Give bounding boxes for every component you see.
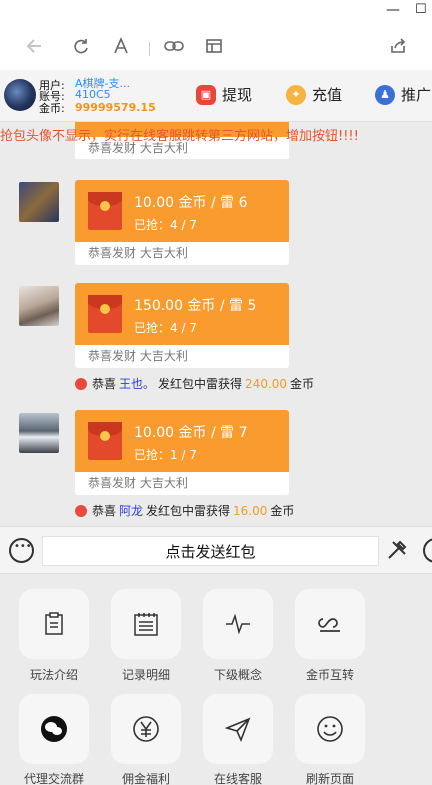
tile-label: 记录明细: [121, 668, 170, 682]
red-packet-card[interactable]: 10.00 金币 / 雷 7 已抢：1 / 7 恭喜发财 大吉大利: [75, 410, 289, 495]
coins-label: 金币:: [39, 102, 65, 115]
yen-icon: [133, 716, 159, 742]
red-bag-icon: [75, 377, 87, 390]
clipboard-icon: [45, 612, 63, 635]
red-packet-title: 150.00 金币 / 雷 5: [134, 298, 257, 314]
toolbar-divider: [149, 42, 150, 56]
avatar[interactable]: [19, 182, 59, 222]
mine-hit-notice: 恭喜 阿龙 发红包中雷获得 16.00 金币: [75, 502, 294, 519]
send-plane-icon: [225, 717, 251, 742]
record-list-icon: [134, 613, 158, 636]
scrolling-announcement: 抢包头像不显示，实行在线客服跳转第三方网站，增加按钮!!!!: [0, 129, 359, 144]
tile-label: 金币互转: [305, 668, 354, 682]
commission-tile[interactable]: [111, 694, 181, 764]
tile-label: 代理交流群: [23, 772, 84, 785]
records-tile[interactable]: [111, 589, 181, 659]
back-arrow-icon[interactable]: [23, 34, 47, 58]
more-options-icon[interactable]: [423, 538, 432, 563]
online-support-tile[interactable]: [203, 694, 273, 764]
avatar[interactable]: [19, 286, 59, 326]
user-account: 410C5: [75, 88, 111, 101]
tools-icon[interactable]: [386, 539, 408, 566]
red-packet-grabbed: 已抢：1 / 7: [134, 448, 197, 462]
share-icon[interactable]: [386, 34, 410, 58]
red-packet-footer: 恭喜发财 大吉大利: [75, 345, 289, 368]
tile-label: 玩法介绍: [29, 668, 78, 682]
pulse-icon: [226, 614, 250, 634]
function-grid: 玩法介绍 记录明细 下级概念 金币互转 代理交流群 佣金福利 在线客服 刷新页面: [0, 574, 432, 785]
coin-balance: 99999579.15: [75, 101, 156, 114]
notice-user: 王也。: [119, 377, 156, 391]
withdraw-label: 提现: [222, 86, 253, 104]
notice-unit: 金币: [270, 504, 295, 518]
notice-unit: 金币: [290, 377, 315, 391]
notice-text: 发红包中雷获得: [158, 377, 243, 391]
smile-icon: [317, 716, 343, 742]
red-envelope-icon: [88, 192, 122, 230]
red-packet-grabbed: 已抢：4 / 7: [134, 218, 197, 232]
reader-icon[interactable]: [202, 34, 226, 58]
maximize-button[interactable]: ☐: [415, 2, 427, 17]
subordinate-tile[interactable]: [203, 589, 273, 659]
chat-bubble-icon[interactable]: [9, 538, 34, 563]
notice-prefix: 恭喜: [92, 504, 117, 518]
user-header: 用户: 账号: 金币: A棋牌-支... 410C5 99999579.15 ▣…: [0, 70, 432, 122]
red-packet-title: 10.00 金币 / 雷 6: [134, 195, 248, 211]
recharge-label: 充值: [312, 86, 343, 104]
red-packet-card[interactable]: 150.00 金币 / 雷 5 已抢：4 / 7 恭喜发财 大吉大利: [75, 283, 289, 368]
red-packet-title: 10.00 金币 / 雷 7: [134, 425, 248, 441]
tile-label: 刷新页面: [305, 772, 354, 785]
withdraw-icon: ▣: [196, 84, 216, 105]
notice-amount: 16.00: [233, 503, 268, 518]
promote-button[interactable]: ♟ 推广: [375, 84, 431, 105]
red-envelope-icon: [88, 422, 122, 460]
browser-toolbar: [0, 24, 432, 70]
red-packet-grabbed: 已抢：4 / 7: [134, 321, 197, 335]
tile-label: 在线客服: [213, 772, 262, 785]
red-envelope-icon: [88, 295, 122, 333]
notice-user: 阿龙: [119, 504, 144, 518]
wechat-icon: [41, 716, 67, 742]
refresh-page-tile[interactable]: [295, 694, 365, 764]
chat-area[interactable]: 恭喜发财 大吉大利 抢包头像不显示，实行在线客服跳转第三方网站，增加按钮!!!!…: [0, 122, 432, 526]
tile-label: 下级概念: [213, 668, 262, 682]
send-red-packet-button[interactable]: 点击发送红包: [42, 536, 379, 566]
promote-icon: ♟: [375, 84, 395, 105]
notice-amount: 240.00: [245, 376, 288, 391]
notice-prefix: 恭喜: [92, 377, 117, 391]
input-bar: 点击发送红包: [0, 526, 432, 574]
tile-label: 佣金福利: [121, 772, 170, 785]
red-packet-footer: 恭喜发财 大吉大利: [75, 242, 289, 265]
link-icon[interactable]: [162, 34, 186, 58]
withdraw-button[interactable]: ▣ 提现: [196, 84, 252, 105]
minimize-button[interactable]: —: [386, 2, 400, 18]
avatar[interactable]: [4, 79, 36, 111]
avatar[interactable]: [19, 413, 59, 453]
transfer-loop-icon: [318, 618, 340, 632]
coin-transfer-tile[interactable]: [295, 589, 365, 659]
red-bag-icon: [75, 504, 87, 517]
recharge-icon: ✦: [286, 84, 306, 105]
font-size-icon[interactable]: [109, 34, 133, 58]
red-packet-card[interactable]: 10.00 金币 / 雷 6 已抢：4 / 7 恭喜发财 大吉大利: [75, 180, 289, 265]
red-packet-footer: 恭喜发财 大吉大利: [75, 472, 289, 495]
refresh-icon[interactable]: [69, 34, 93, 58]
mine-hit-notice: 恭喜 王也。 发红包中雷获得 240.00 金币: [75, 375, 314, 392]
recharge-button[interactable]: ✦ 充值: [286, 84, 342, 105]
rules-tile[interactable]: [19, 589, 89, 659]
notice-text: 发红包中雷获得: [146, 504, 231, 518]
agent-group-tile[interactable]: [19, 694, 89, 764]
promote-label: 推广: [401, 86, 432, 104]
window-titlebar: — ☐: [0, 0, 432, 24]
